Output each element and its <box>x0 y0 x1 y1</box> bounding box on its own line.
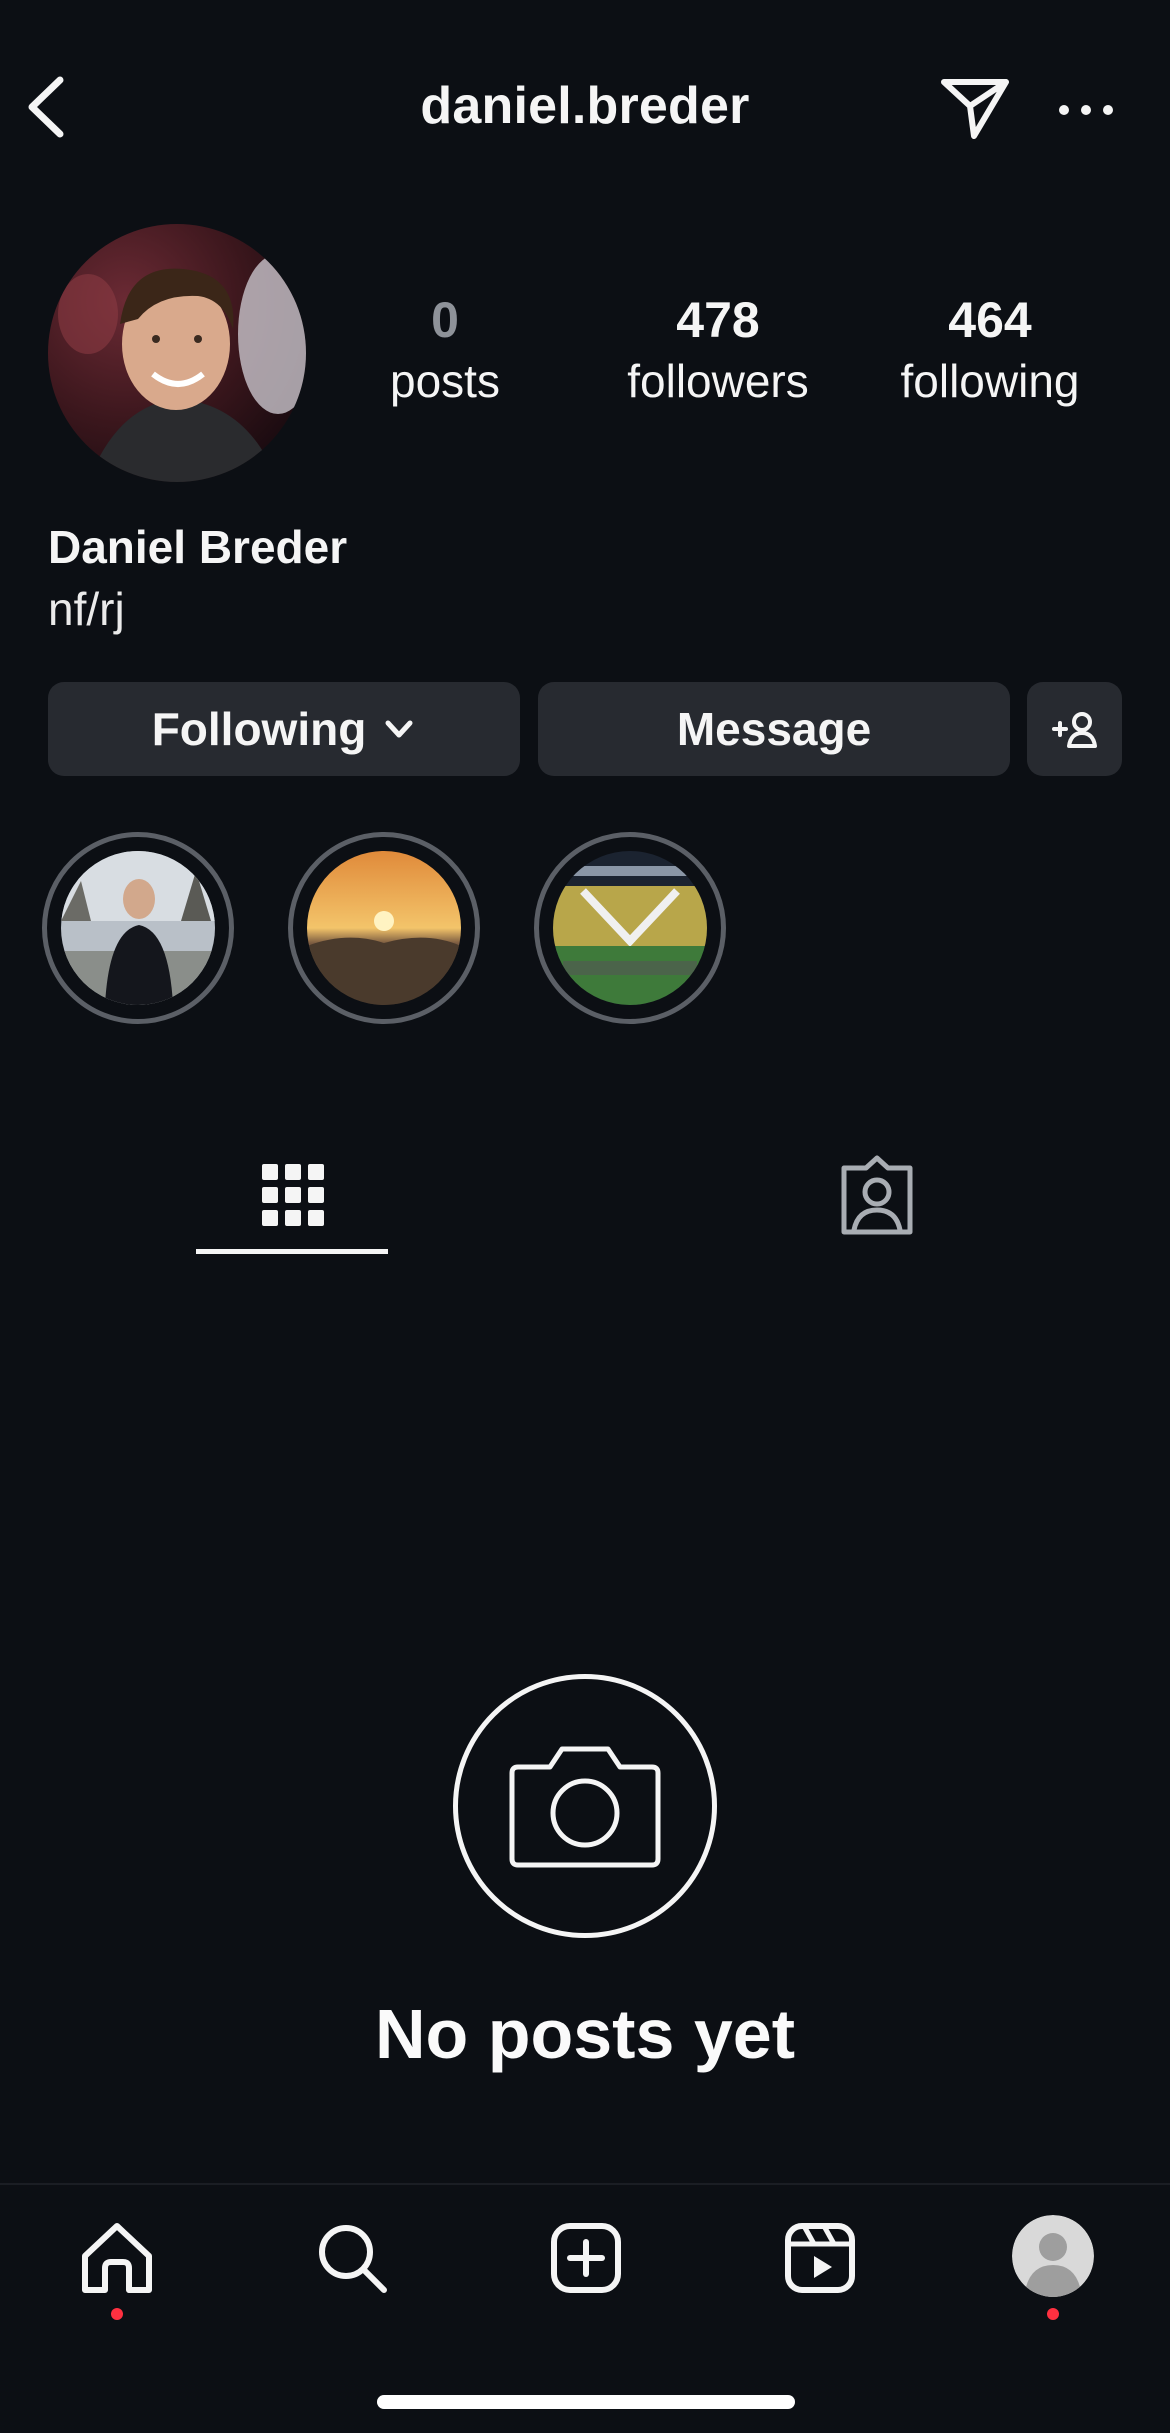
empty-state-camera-circle <box>453 1674 717 1938</box>
highlight-photo-3 <box>553 851 707 1005</box>
search-icon <box>319 2225 387 2293</box>
profile-full-name: Daniel Breder <box>48 521 348 573</box>
followers-count: 478 <box>676 292 760 348</box>
bottom-nav-divider <box>0 2183 1170 2185</box>
following-button-label: Following <box>151 703 367 755</box>
tab-tagged[interactable] <box>832 1150 922 1240</box>
following-label: following <box>900 355 1080 407</box>
home-icon <box>82 2223 152 2293</box>
avatar-photo <box>48 224 306 482</box>
chevron-down-icon <box>385 720 413 738</box>
home-notification-dot <box>111 2308 123 2320</box>
followers-stat[interactable]: 478 followers <box>588 290 848 410</box>
suggested-accounts-button[interactable] <box>1027 682 1122 776</box>
camera-icon <box>509 1746 661 1868</box>
nav-reels[interactable] <box>780 2218 860 2298</box>
posts-stat: 0 posts <box>340 290 550 410</box>
story-highlight-2[interactable] <box>288 832 480 1024</box>
empty-state-text: No posts yet <box>374 1995 796 2073</box>
highlight-photo-2 <box>307 851 461 1005</box>
profile-page: daniel.breder 0 posts 478 followers 464 … <box>0 0 1170 2433</box>
following-button[interactable]: Following <box>48 682 520 776</box>
story-highlight-1[interactable] <box>42 832 234 1024</box>
nav-search[interactable] <box>312 2218 392 2298</box>
plus-square-icon <box>551 2223 621 2293</box>
posts-count: 0 <box>431 292 459 348</box>
profile-avatar[interactable] <box>48 224 306 482</box>
following-count: 464 <box>948 292 1032 348</box>
home-indicator <box>377 2395 795 2409</box>
posts-label: posts <box>390 355 500 407</box>
active-tab-indicator <box>196 1249 388 1254</box>
more-horizontal-icon <box>1059 105 1113 115</box>
header: daniel.breder <box>0 0 1170 215</box>
story-highlight-3[interactable] <box>534 832 726 1024</box>
message-button-label: Message <box>676 703 872 755</box>
grid-icon <box>262 1164 324 1226</box>
paper-plane-icon <box>941 79 1009 139</box>
reels-icon <box>785 2223 855 2293</box>
add-person-icon <box>1051 712 1097 748</box>
nav-create[interactable] <box>546 2218 626 2298</box>
profile-stats: 0 posts 478 followers 464 following <box>340 290 1120 410</box>
following-stat[interactable]: 464 following <box>860 290 1120 410</box>
nav-profile[interactable] <box>1012 2215 1094 2297</box>
tagged-person-icon <box>841 1155 913 1235</box>
highlight-photo-1 <box>61 851 215 1005</box>
profile-notification-dot <box>1047 2308 1059 2320</box>
followers-label: followers <box>627 355 809 407</box>
avatar-icon <box>1012 2215 1094 2297</box>
message-button[interactable]: Message <box>538 682 1010 776</box>
tab-posts-grid[interactable] <box>248 1150 338 1240</box>
profile-bio: nf/rj <box>48 583 125 635</box>
more-options-button[interactable] <box>1056 88 1116 132</box>
nav-home[interactable] <box>77 2218 157 2298</box>
send-message-button[interactable] <box>940 76 1010 140</box>
